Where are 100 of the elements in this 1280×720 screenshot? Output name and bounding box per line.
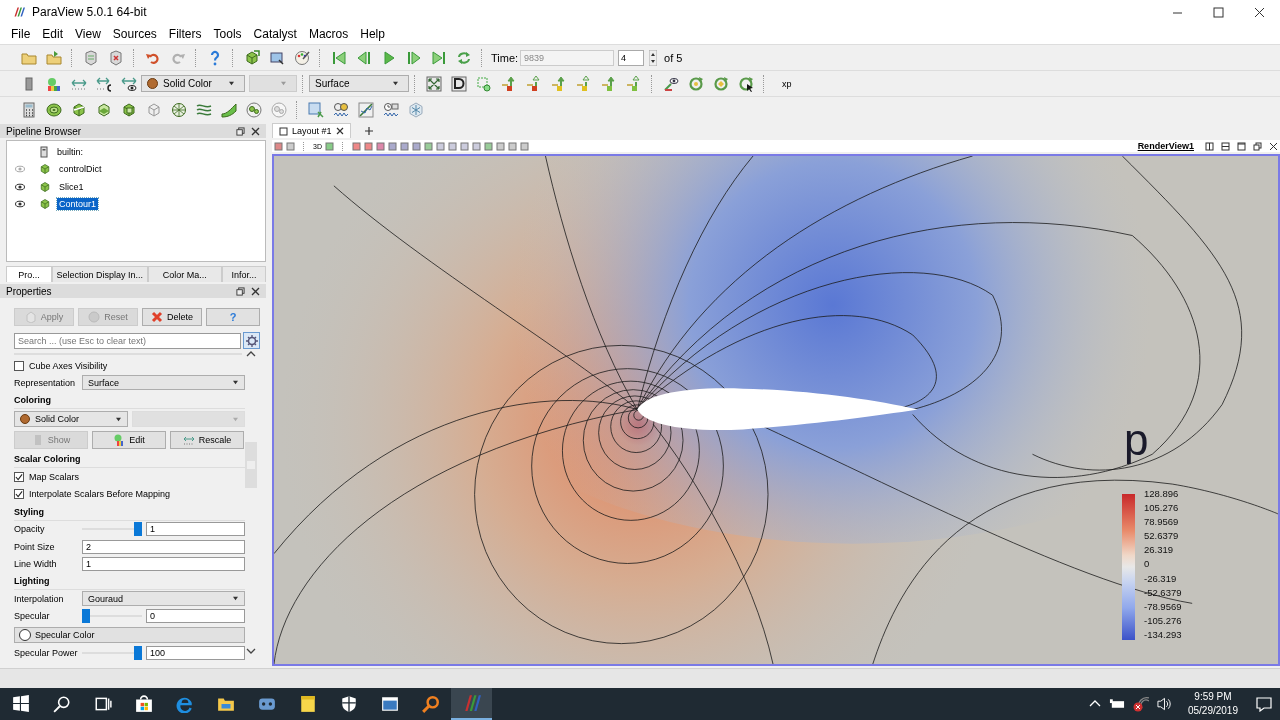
checkbox[interactable] (14, 360, 24, 371)
scroll-down-icon[interactable] (246, 647, 256, 655)
sticky-note-icon[interactable] (298, 695, 317, 713)
rescale-button[interactable]: Rescale (170, 430, 244, 449)
tree-item[interactable]: Contour1 (57, 198, 99, 211)
restore-icon[interactable] (1253, 141, 1262, 151)
calculator-icon[interactable] (20, 101, 37, 118)
checkbox[interactable] (14, 489, 24, 500)
warp-icon[interactable] (220, 101, 237, 118)
close-icon[interactable] (1254, 6, 1265, 18)
plot-over-time-icon[interactable] (332, 101, 349, 118)
coloring-dropdown[interactable]: Solid Color (14, 411, 128, 428)
threshold-icon[interactable] (120, 101, 137, 118)
menu-item[interactable]: Edit (36, 27, 70, 41)
color-legend-icon[interactable] (45, 75, 62, 92)
tree-item[interactable]: Slice1 (57, 180, 86, 193)
notification-icon[interactable] (1256, 696, 1272, 712)
plot-over-line-icon[interactable] (357, 101, 374, 118)
folder-icon[interactable] (216, 695, 235, 713)
previous-frame-icon[interactable] (355, 49, 372, 66)
representation-dropdown[interactable]: Surface (309, 75, 409, 92)
task-view-icon[interactable] (93, 695, 112, 713)
snowflake-icon[interactable] (407, 101, 424, 118)
disconnect-icon[interactable] (107, 49, 124, 66)
specular-color-button[interactable]: Specular Color (14, 626, 245, 643)
settings-button[interactable] (243, 332, 260, 349)
coloring-dropdown[interactable]: Solid Color (141, 75, 245, 92)
view-axis-icon[interactable] (550, 75, 567, 92)
menu-item[interactable]: Catalyst (247, 27, 303, 41)
scroll-up-icon[interactable] (246, 350, 256, 358)
close-icon[interactable] (251, 126, 260, 136)
panel-tab[interactable]: Infor... (222, 266, 266, 282)
reset-camera-icon[interactable] (425, 75, 442, 92)
volume-icon[interactable] (1156, 696, 1172, 712)
close-icon[interactable] (251, 286, 260, 296)
plot-time-icon[interactable] (382, 101, 399, 118)
visible-range-icon[interactable] (120, 75, 137, 92)
dropdown[interactable]: Surface (82, 375, 245, 391)
view-axis-icon[interactable] (600, 75, 617, 92)
value-field[interactable]: 0 (146, 609, 245, 624)
view-axis-icon[interactable] (575, 75, 592, 92)
gamepad-icon[interactable] (257, 695, 276, 713)
split-horizontal-icon[interactable] (1205, 141, 1214, 151)
spin-arrows-icon[interactable] (648, 49, 657, 66)
close-icon[interactable] (1269, 141, 1278, 151)
zoom-to-data-icon[interactable] (450, 75, 467, 92)
menu-item[interactable]: Sources (106, 27, 163, 41)
eye-icon[interactable] (15, 200, 25, 209)
chevron-up-icon[interactable] (1088, 699, 1101, 709)
delete-button[interactable]: Delete (142, 308, 202, 326)
extract-subset-icon[interactable] (145, 101, 162, 118)
window-icon[interactable] (380, 695, 399, 713)
loop-icon[interactable] (455, 49, 472, 66)
panel-tab[interactable]: Color Ma... (147, 266, 222, 282)
view-axis-icon[interactable] (625, 75, 642, 92)
menu-item[interactable]: View (69, 27, 107, 41)
slider-handle[interactable] (134, 522, 142, 537)
load-state-icon[interactable] (45, 49, 62, 66)
scrollbar-thumb[interactable] (245, 442, 257, 488)
last-frame-icon[interactable] (430, 49, 447, 66)
split-vertical-icon[interactable] (1221, 141, 1230, 151)
pick-center-icon[interactable] (475, 75, 492, 92)
panel-tab[interactable]: Pro... (6, 266, 52, 282)
maximize-icon[interactable] (1213, 6, 1224, 18)
dropdown[interactable]: Gouraud (82, 591, 245, 607)
next-frame-icon[interactable] (405, 49, 422, 66)
connect-icon[interactable] (82, 49, 99, 66)
slider-handle[interactable] (82, 609, 90, 624)
checkbox[interactable] (14, 471, 24, 482)
start-icon[interactable] (11, 695, 30, 713)
menu-item[interactable]: Filters (162, 27, 208, 41)
view-axis-icon[interactable] (525, 75, 542, 92)
edit-button[interactable]: Edit (92, 430, 166, 449)
menu-item[interactable]: Tools (207, 27, 248, 41)
axes-visibility-icon[interactable] (662, 75, 679, 92)
shield-icon[interactable] (339, 695, 358, 713)
view-axis-icon[interactable] (500, 75, 517, 92)
value-field[interactable]: 100 (146, 646, 245, 661)
layout-tab[interactable]: Layout #1 (272, 123, 351, 138)
store-bag-icon[interactable] (134, 695, 153, 713)
search-tool-icon[interactable] (421, 695, 440, 713)
group-icon[interactable] (245, 101, 262, 118)
value-field[interactable]: 1 (146, 522, 245, 537)
select-data-icon[interactable] (307, 101, 324, 118)
value-field[interactable]: 1 (82, 556, 245, 571)
glyph-icon[interactable] (170, 101, 187, 118)
undock-icon[interactable] (236, 286, 245, 296)
menu-item[interactable]: Macros (302, 27, 355, 41)
battery-icon[interactable] (1108, 698, 1125, 710)
close-icon[interactable] (335, 127, 344, 135)
time-field[interactable]: 9839 (520, 49, 615, 66)
screenshot-icon[interactable] (268, 49, 285, 66)
search-icon[interactable] (52, 695, 71, 713)
edge-browser-icon[interactable] (175, 695, 194, 713)
custom-range-icon[interactable] (95, 75, 112, 92)
tree-item[interactable]: controlDict (57, 163, 104, 176)
paraview-icon[interactable] (462, 694, 481, 712)
rotate-icon[interactable] (737, 75, 754, 92)
palette-icon[interactable] (293, 49, 310, 66)
undock-icon[interactable] (236, 126, 245, 136)
